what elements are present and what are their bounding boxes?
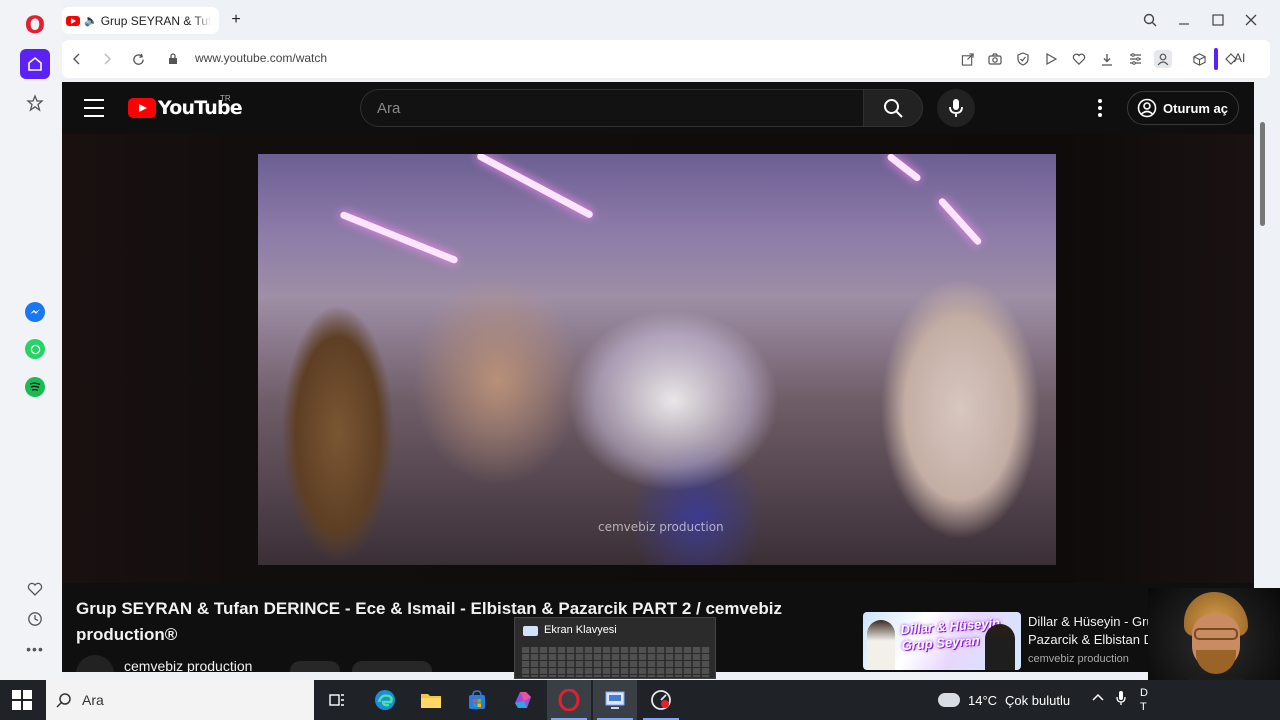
youtube-header: YouTube TR Oturum aç (62, 82, 1254, 134)
search-button[interactable] (863, 89, 923, 127)
recommended-channel[interactable]: cemvebiz production (1028, 653, 1129, 665)
maximize-icon[interactable] (1208, 10, 1228, 30)
keyboard-icon (523, 626, 538, 636)
history-icon[interactable] (20, 604, 50, 634)
home-icon[interactable] (20, 49, 50, 79)
search-icon (56, 693, 71, 708)
youtube-play-icon (128, 98, 156, 118)
search-input[interactable] (377, 100, 837, 117)
search-icon (884, 99, 903, 118)
speaker-icon[interactable]: 🔈 (84, 14, 98, 27)
recorder-icon[interactable] (639, 680, 683, 720)
video-frame[interactable]: cemvebiz production (258, 154, 1056, 565)
url-field[interactable]: www.youtube.com/watch (195, 51, 327, 65)
task-view-icon[interactable] (315, 680, 359, 720)
forward-icon[interactable] (97, 49, 117, 69)
youtube-favicon-icon (66, 15, 80, 26)
heart-icon[interactable] (20, 574, 50, 604)
minimize-icon[interactable] (1174, 10, 1194, 30)
messenger-icon[interactable] (20, 297, 50, 327)
microphone-icon[interactable] (1116, 690, 1126, 709)
video-watermark: cemvebiz production (598, 520, 724, 534)
menu-icon[interactable] (84, 99, 104, 117)
tray-language-line: T (1140, 701, 1147, 713)
play-icon[interactable] (1042, 50, 1060, 68)
share-icon[interactable] (958, 50, 976, 68)
recommended-title-line: Dillar & Hüseyin - Grup (1028, 614, 1148, 629)
taskbar-search-label: Ara (82, 692, 104, 708)
weather-widget[interactable]: 14°C Çok bulutlu (938, 680, 1070, 720)
lock-icon[interactable] (163, 49, 183, 69)
country-code: TR (220, 94, 231, 103)
account-icon (1137, 98, 1157, 118)
accent-divider (1214, 48, 1218, 70)
join-button[interactable] (290, 661, 340, 672)
tray-language[interactable]: D T (1140, 686, 1148, 714)
keyboard-preview-image (522, 647, 710, 677)
settings-menu-icon[interactable] (1090, 96, 1110, 120)
search-box (360, 89, 863, 127)
page-scrollbar[interactable] (1256, 82, 1270, 672)
microphone-icon (949, 99, 963, 117)
voice-search-button[interactable] (937, 89, 975, 127)
new-tab-button[interactable]: + (226, 10, 246, 30)
recommended-title[interactable]: Dillar & Hüseyin - Grup Pazarcik & Elbis… (1028, 613, 1148, 649)
channel-avatar[interactable] (76, 655, 114, 672)
spotify-icon[interactable] (20, 372, 50, 402)
tab-youtube[interactable]: 🔈 Grup SEYRAN & Tufan DERINCE (62, 7, 219, 34)
microsoft-365-icon[interactable] (501, 680, 545, 720)
easy-setup-icon[interactable] (1126, 50, 1144, 68)
ai-button-label[interactable]: AI (1234, 51, 1245, 65)
address-bar: www.youtube.com/watch AI (62, 40, 1270, 78)
pinboard-icon[interactable] (20, 88, 50, 118)
windows-start-icon[interactable] (12, 690, 32, 710)
sign-in-button[interactable]: Oturum aç (1127, 91, 1239, 125)
download-icon[interactable] (1098, 50, 1116, 68)
reload-icon[interactable] (128, 49, 148, 69)
back-icon[interactable] (67, 49, 87, 69)
shield-icon[interactable] (1014, 50, 1032, 68)
preview-title: Ekran Klavyesi (544, 624, 617, 636)
youtube-page: YouTube TR Oturum aç cemvebiz production… (62, 82, 1254, 672)
channel-name[interactable]: cemvebiz production (124, 658, 252, 672)
windows-taskbar: Ara 14°C Çok bulutlu D T (0, 680, 1280, 720)
scroll-thumb[interactable] (1260, 122, 1265, 226)
close-icon[interactable] (1241, 10, 1261, 30)
recommended-title-line: Pazarcik & Elbistan D (1028, 632, 1148, 647)
camera-icon[interactable] (986, 50, 1004, 68)
opera-logo-icon[interactable]: O (22, 12, 48, 38)
subscribe-button[interactable] (352, 661, 432, 672)
weather-condition: Çok bulutlu (1005, 692, 1071, 708)
tray-language-line: D (1140, 687, 1148, 699)
recommended-thumbnail[interactable]: Dillar & Hüseyin Grup Seyran (863, 612, 1021, 670)
more-icon[interactable]: ••• (20, 634, 50, 664)
heart-icon[interactable] (1070, 50, 1088, 68)
profile-icon[interactable] (1154, 50, 1172, 68)
tab-strip: 🔈 Grup SEYRAN & Tufan DERINCE + (62, 0, 1280, 40)
on-screen-keyboard-taskbar-icon[interactable] (593, 680, 637, 720)
video-player[interactable]: cemvebiz production (62, 134, 1254, 583)
weather-temperature: 14°C (968, 692, 998, 708)
cloudy-weather-icon (938, 688, 960, 707)
file-explorer-icon[interactable] (409, 680, 453, 720)
edge-icon[interactable] (363, 680, 407, 720)
thumbnail-person (867, 620, 895, 670)
tab-title: Grup SEYRAN & Tufan DERINCE (100, 13, 211, 28)
chevron-up-icon[interactable] (1092, 690, 1104, 704)
store-icon[interactable] (455, 680, 499, 720)
video-title: Grup SEYRAN & Tufan DERINCE - Ece & Isma… (76, 599, 782, 644)
extensions-icon[interactable] (1190, 50, 1208, 68)
opera-taskbar-icon[interactable] (547, 680, 591, 720)
search-tabs-icon[interactable] (1140, 10, 1160, 30)
taskbar-window-preview[interactable]: Ekran Klavyesi (514, 617, 716, 679)
thumbnail-person (985, 624, 1015, 670)
taskbar-search[interactable]: Ara (46, 680, 314, 720)
sign-in-label: Oturum aç (1163, 100, 1229, 116)
opera-sidebar: O ••• (0, 0, 62, 680)
whatsapp-icon[interactable] (20, 334, 50, 364)
